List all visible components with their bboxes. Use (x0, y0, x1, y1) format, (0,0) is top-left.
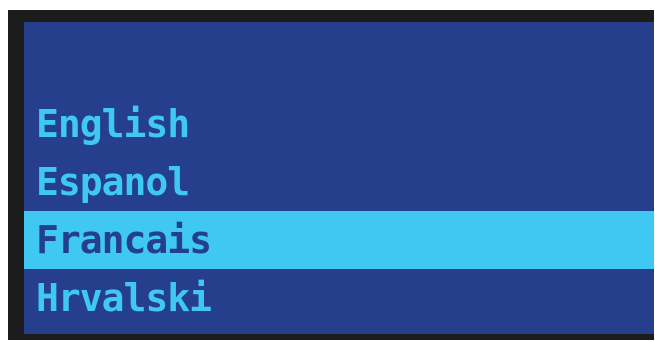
language-option-francais[interactable]: Francais (24, 211, 654, 269)
language-option-english[interactable]: English (24, 95, 654, 153)
language-list: English Espanol Francais Hrvalski (24, 95, 654, 327)
language-option-espanol[interactable]: Espanol (24, 153, 654, 211)
language-option-hrvalski[interactable]: Hrvalski (24, 269, 654, 327)
language-menu-screen: English Espanol Francais Hrvalski (24, 22, 654, 334)
